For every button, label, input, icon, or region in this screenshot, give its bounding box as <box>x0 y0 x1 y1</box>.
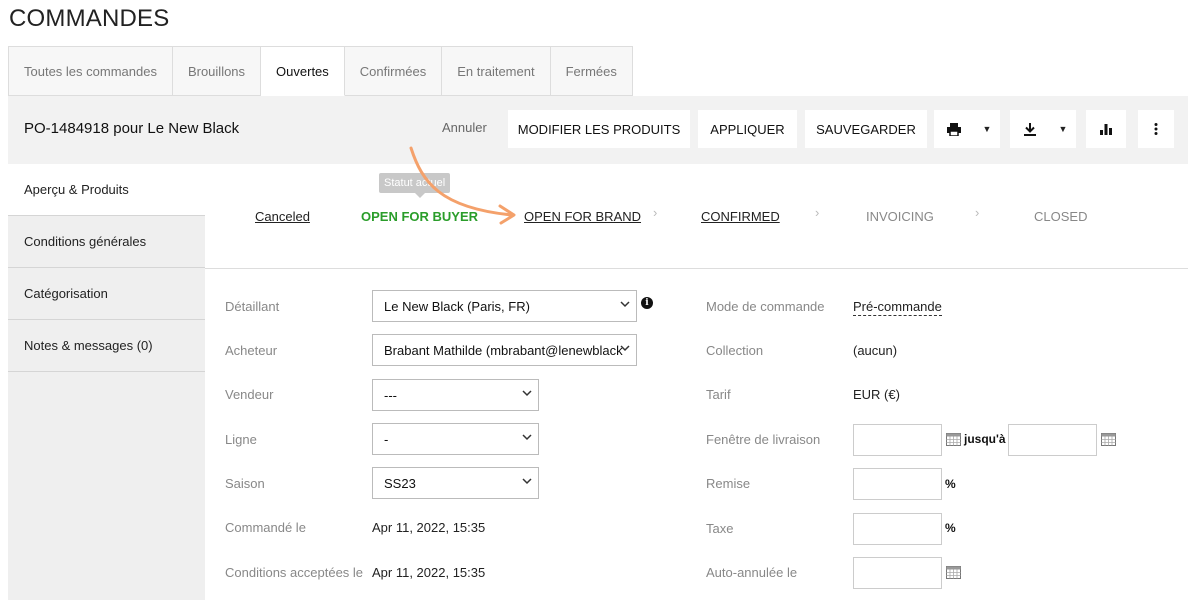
line-select[interactable]: - <box>372 423 539 455</box>
modify-products-button[interactable]: MODIFIER LES PRODUITS <box>508 110 690 148</box>
order-mode-link[interactable]: Pré-commande <box>853 299 942 316</box>
order-header-bar: PO-1484918 pour Le New Black Annuler MOD… <box>8 96 1188 164</box>
seller-label: Vendeur <box>225 387 274 402</box>
collection-value: (aucun) <box>853 343 898 358</box>
save-button[interactable]: SAUVEGARDER <box>805 110 927 148</box>
sidebar: Aperçu & Produits Conditions générales C… <box>8 164 205 600</box>
more-button[interactable] <box>1138 110 1174 148</box>
annotation-arrow-icon <box>409 146 516 225</box>
line-label: Ligne <box>225 432 257 447</box>
chevron-down-icon <box>522 434 532 441</box>
tab-confirmed[interactable]: Confirmées <box>344 46 443 96</box>
auto-cancel-label: Auto-annulée le <box>706 565 798 580</box>
tab-closed[interactable]: Fermées <box>550 46 633 96</box>
stats-button[interactable] <box>1086 110 1126 148</box>
auto-cancel-input[interactable] <box>853 557 942 589</box>
seller-value: --- <box>384 387 397 403</box>
sidebar-item-categorization[interactable]: Catégorisation <box>8 268 205 320</box>
sidebar-item-notes[interactable]: Notes & messages (0) <box>8 320 205 372</box>
seller-select[interactable]: --- <box>372 379 539 411</box>
delivery-start-input[interactable] <box>853 424 942 456</box>
ordered-on-label: Commandé le <box>225 520 306 535</box>
info-icon[interactable]: i <box>641 297 653 309</box>
bar-chart-icon <box>1086 110 1126 148</box>
sidebar-filler <box>8 372 205 600</box>
sidebar-item-terms[interactable]: Conditions générales <box>8 216 205 268</box>
tab-drafts[interactable]: Brouillons <box>172 46 262 96</box>
tax-label: Taxe <box>706 521 734 536</box>
step-canceled[interactable]: Canceled <box>255 209 310 224</box>
discount-percent-sign: % <box>945 477 956 491</box>
chevron-right-icon: › <box>653 205 658 220</box>
ordered-on-value: Apr 11, 2022, 15:35 <box>372 520 486 535</box>
tab-open[interactable]: Ouvertes <box>261 46 345 96</box>
chevron-right-icon: › <box>815 205 820 220</box>
tab-in-process[interactable]: En traitement <box>442 46 551 96</box>
season-select[interactable]: SS23 <box>372 467 539 499</box>
discount-input[interactable] <box>853 468 942 500</box>
collection-label: Collection <box>706 343 764 358</box>
printer-icon <box>934 110 974 148</box>
retailer-select[interactable]: Le New Black (Paris, FR) <box>372 290 637 322</box>
tab-all-orders[interactable]: Toutes les commandes <box>8 46 173 96</box>
delivery-window-label: Fenêtre de livraison <box>706 432 821 447</box>
order-mode-label: Mode de commande <box>706 299 825 314</box>
season-value: SS23 <box>384 475 416 491</box>
chevron-down-icon <box>620 345 630 352</box>
chevron-down-icon <box>620 301 630 308</box>
chevron-right-icon: › <box>975 205 980 220</box>
download-button[interactable]: ▼ <box>1010 110 1076 148</box>
step-confirmed[interactable]: CONFIRMED <box>701 209 780 224</box>
download-icon <box>1010 110 1050 148</box>
tariff-label: Tarif <box>706 387 731 402</box>
buyer-select[interactable]: Brabant Mathilde (mbrabant@lenewblack <box>372 334 637 366</box>
line-value: - <box>384 431 389 447</box>
terms-accepted-value: Apr 11, 2022, 15:35 <box>372 565 486 580</box>
calendar-icon[interactable] <box>946 433 961 446</box>
chevron-down-icon[interactable]: ▼ <box>1050 110 1076 148</box>
tax-percent-sign: % <box>945 521 956 535</box>
chevron-down-icon <box>522 390 532 397</box>
status-stepper: Statut actuel Canceled OPEN FOR BUYER OP… <box>205 164 1188 269</box>
cancel-button[interactable]: Annuler <box>442 120 487 135</box>
calendar-icon[interactable] <box>946 566 961 579</box>
order-mode-value[interactable]: Pré-commande <box>853 299 942 316</box>
buyer-value: Brabant Mathilde (mbrabant@lenewblack <box>384 342 623 358</box>
buyer-label: Acheteur <box>225 343 278 358</box>
chevron-down-icon <box>522 478 532 485</box>
order-title: PO-1484918 pour Le New Black <box>24 120 240 137</box>
order-tabs: Toutes les commandes Brouillons Ouvertes… <box>8 46 633 96</box>
step-open-for-brand[interactable]: OPEN FOR BRAND <box>524 209 641 224</box>
delivery-end-input[interactable] <box>1008 424 1097 456</box>
until-label: jusqu'à <box>964 432 1006 446</box>
page-title: COMMANDES <box>9 5 170 32</box>
calendar-icon[interactable] <box>1101 433 1116 446</box>
tax-input[interactable] <box>853 513 942 545</box>
tariff-value: EUR (€) <box>853 387 900 402</box>
print-button[interactable]: ▼ <box>934 110 1000 148</box>
season-label: Saison <box>225 476 265 491</box>
chevron-down-icon[interactable]: ▼ <box>974 110 1000 148</box>
step-invoicing: INVOICING <box>866 209 934 224</box>
retailer-value: Le New Black (Paris, FR) <box>384 298 530 314</box>
sidebar-item-overview[interactable]: Aperçu & Produits <box>8 164 205 216</box>
step-closed: CLOSED <box>1034 209 1088 224</box>
apply-button[interactable]: APPLIQUER <box>698 110 797 148</box>
discount-label: Remise <box>706 476 751 491</box>
more-vertical-icon <box>1138 110 1174 148</box>
retailer-label: Détaillant <box>225 299 280 314</box>
terms-accepted-label: Conditions acceptées le <box>225 565 364 580</box>
